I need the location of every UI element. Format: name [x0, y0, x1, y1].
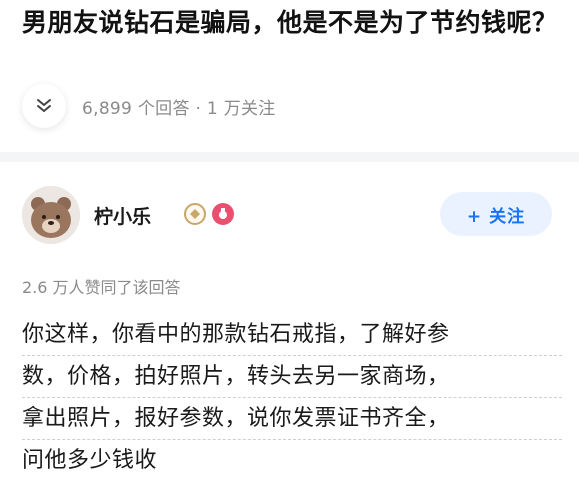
- author-name[interactable]: 柠小乐: [94, 202, 151, 229]
- follow-button[interactable]: + 关注: [440, 192, 552, 236]
- author-row: 柠小乐 + 关注: [22, 186, 552, 246]
- double-chevron-down-icon: [37, 99, 51, 112]
- answer-body[interactable]: 你这样，你看中的那款钻石戒指，了解好参 数，价格，拍好照片，转头去另一家商场， …: [22, 314, 562, 482]
- question-title[interactable]: 男朋友说钻石是骗局，他是不是为了节约钱呢？: [22, 4, 562, 42]
- creator-level-badge-icon: [184, 203, 206, 225]
- answer-line: 数，价格，拍好照片，转头去另一家商场，: [22, 356, 562, 398]
- answer-line: 问他多少钱收: [22, 448, 158, 473]
- answer-line: 拿出照片，报好参数，说你发票证书齐全，: [22, 398, 562, 440]
- collapse-button[interactable]: [22, 84, 66, 128]
- answer-follow-count: 6,899 个回答 · 1 万关注: [82, 98, 276, 119]
- medal-badge-icon: [212, 203, 234, 225]
- avatar[interactable]: [22, 186, 80, 244]
- bear-avatar-icon: [22, 186, 80, 244]
- section-divider: [0, 152, 579, 162]
- answer-line: 你这样，你看中的那款钻石戒指，了解好参: [22, 314, 562, 356]
- question-meta-row: 6,899 个回答 · 1 万关注: [22, 84, 276, 128]
- upvote-count: 2.6 万人赞同了该回答: [22, 278, 181, 297]
